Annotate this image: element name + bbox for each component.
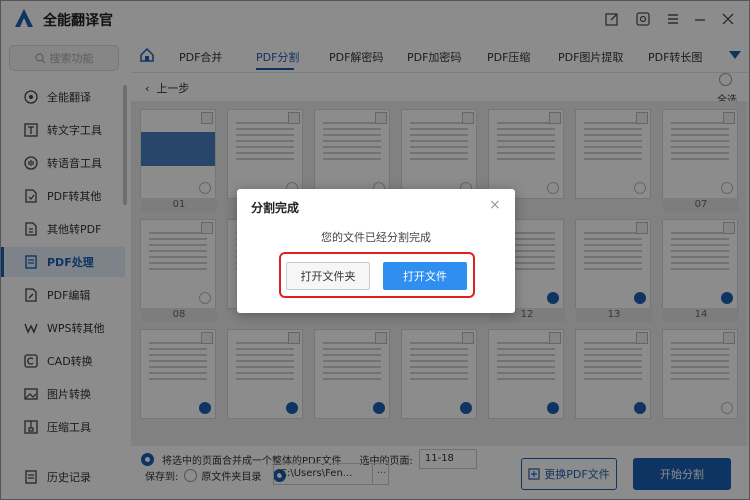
- dialog-message: 您的文件已经分割完成: [321, 231, 431, 244]
- dialog-title: 分割完成: [251, 201, 300, 215]
- split-complete-dialog: 分割完成 × 您的文件已经分割完成 打开文件夹 打开文件: [237, 189, 515, 313]
- close-icon[interactable]: ×: [489, 197, 501, 213]
- open-folder-button[interactable]: 打开文件夹: [286, 262, 370, 290]
- app-window: 全能翻译官 搜索功能 全能翻译 转文字工具 转语音工具 PDF转其他 其他转PD…: [0, 0, 750, 500]
- open-file-button[interactable]: 打开文件: [383, 262, 467, 290]
